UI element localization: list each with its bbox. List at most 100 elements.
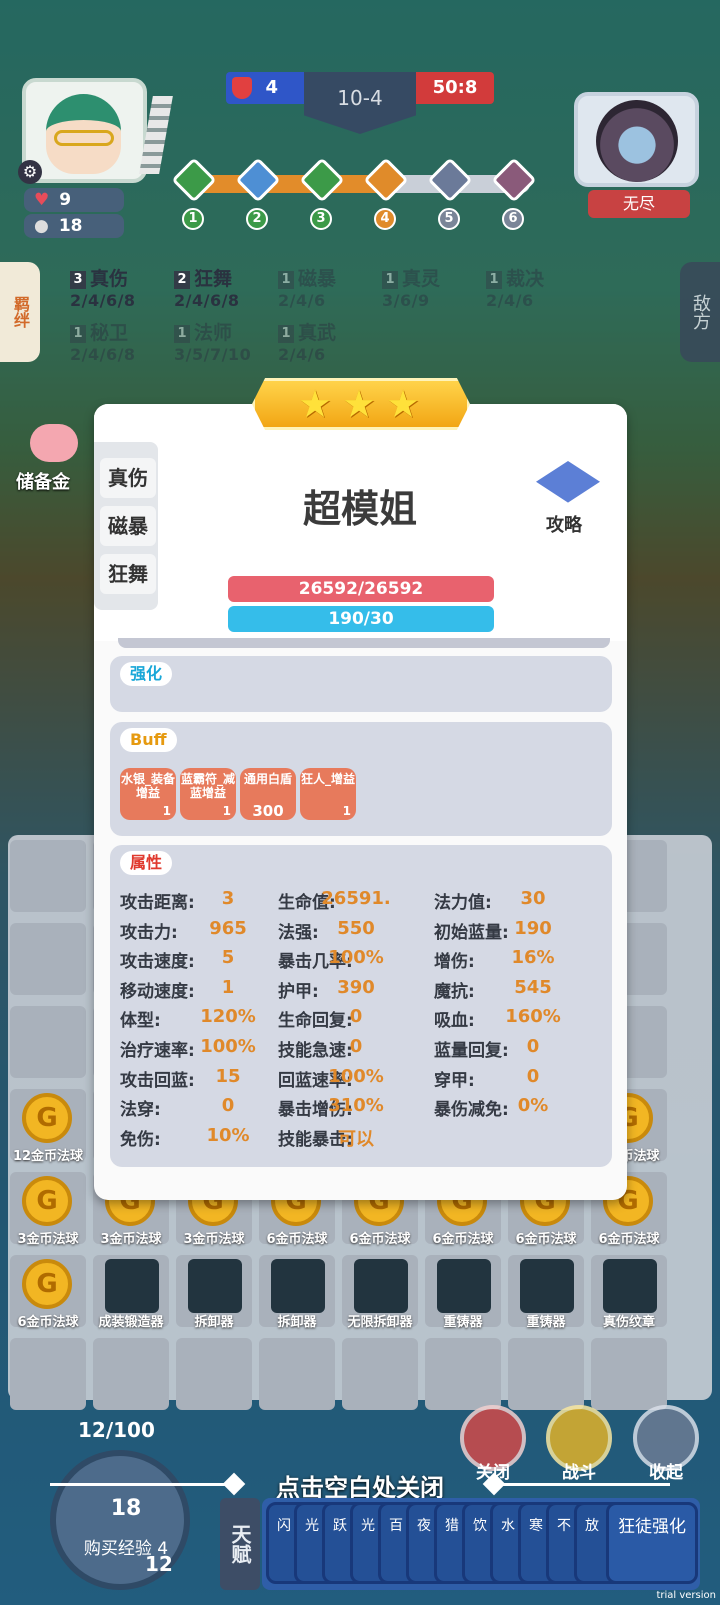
stage-number: 4 (374, 208, 396, 230)
attribute-name: 增伤: (434, 952, 475, 973)
stage-number: 2 (246, 208, 268, 230)
bench-slot[interactable] (508, 1338, 584, 1410)
attribute-name: 蓝量回复: (434, 1041, 509, 1061)
attribute-value: 545 (514, 976, 552, 998)
bench-item-label: 3金币法球 (183, 1232, 245, 1247)
bench-slot[interactable] (259, 1338, 335, 1410)
star-icon: ★ (386, 382, 421, 426)
attribute-title: 属性 (120, 851, 173, 875)
star-icon: ★ (298, 382, 333, 426)
enemy-portrait (596, 100, 678, 182)
buff-chip[interactable]: 蓝霸符_减蓝增益 1 (180, 768, 236, 820)
bench-slot[interactable] (591, 1338, 667, 1410)
attribute-name: 护甲: (278, 981, 319, 1002)
attribute-value: 可以 (338, 1128, 374, 1150)
talent-tab[interactable]: 天赋 (220, 1498, 260, 1590)
attribute-value: 550 (337, 917, 375, 939)
attribute-value: 100% (200, 1036, 256, 1057)
hp-bar: 26592/26592 (228, 576, 494, 602)
score-left-value: 4 (265, 77, 278, 98)
synergy-item[interactable]: 1 秘卫 2/4/6/8 (70, 322, 136, 366)
attribute-name: 法穿: (120, 1100, 161, 1121)
tool-item-icon (105, 1259, 159, 1313)
enemy-avatar[interactable] (574, 92, 699, 187)
tool-item-icon (354, 1259, 408, 1313)
savings-label: 储备金 (16, 472, 70, 493)
unit-name: 超模姐 (302, 487, 417, 531)
stage-number: 5 (438, 208, 460, 230)
synergy-item[interactable]: 1 磁暴 2/4/6 (278, 268, 336, 312)
score-right: 50:8 (416, 72, 494, 104)
bench-slot[interactable] (10, 840, 86, 912)
enhance-title: 强化 (120, 662, 173, 686)
trait-tag[interactable]: 狂舞 (100, 554, 156, 594)
bench-item-label: 成装锻造器 (98, 1315, 164, 1330)
attribute-name: 治疗速率: (120, 1041, 195, 1061)
attribute-name: 法力值: (434, 893, 492, 913)
attribute-name: 移动速度: (120, 981, 195, 1002)
bench-slot[interactable] (342, 1338, 418, 1410)
attribute-value: 310% (328, 1095, 384, 1117)
attribute-value: 100% (328, 1065, 384, 1087)
trial-watermark: trial version (656, 1590, 716, 1601)
player-coins-value: 18 (58, 216, 83, 236)
synergy-item[interactable]: 1 真武 2/4/6 (278, 322, 336, 366)
attribute-value: 0 (349, 1006, 363, 1028)
bench-item-label: 拆卸器 (277, 1315, 317, 1330)
guide-button-label[interactable]: 攻略 (546, 511, 582, 537)
buy-xp-label: 购买经验 4 (83, 1539, 169, 1559)
attribute-value: 1 (221, 976, 235, 998)
attribute-name: 攻击距离: (120, 893, 195, 913)
attribute-value: 10% (206, 1124, 250, 1146)
bench-slot[interactable] (176, 1338, 252, 1410)
gold-orb-icon: G (22, 1259, 72, 1309)
player-hp-value: 9 (59, 190, 72, 210)
gold-orb-icon: G (22, 1093, 72, 1143)
shield-icon (232, 77, 252, 99)
buff-chip[interactable]: 水银_装备增益 1 (120, 768, 176, 820)
enemy-name: 无尽 (588, 190, 690, 218)
buff-chip[interactable]: 狂人_增益 1 (300, 768, 356, 820)
bench-item-label: 6金币法球 (598, 1232, 660, 1247)
bench-slot[interactable] (10, 1006, 86, 1078)
synergy-item[interactable]: 2 狂舞 2/4/6/8 (174, 268, 240, 312)
attribute-name: 攻击力: (120, 922, 178, 943)
bench-slot[interactable] (93, 1338, 169, 1410)
enemy-tab[interactable]: 敌方 (680, 262, 720, 362)
attribute-name: 免伤: (120, 1129, 161, 1150)
synergy-item[interactable]: 1 裁决 2/4/6 (486, 268, 544, 312)
attribute-value: 16% (511, 947, 555, 969)
trait-tag[interactable]: 真伤 (100, 458, 156, 498)
bench-item-label: 无限拆卸器 (347, 1315, 413, 1330)
settings-gear-icon[interactable]: ⚙ (18, 160, 42, 184)
attribute-value: 0 (526, 1065, 540, 1087)
synergy-item[interactable]: 3 真伤 2/4/6/8 (70, 268, 136, 312)
bench-slot[interactable] (425, 1338, 501, 1410)
tool-item-icon (603, 1259, 657, 1313)
scroll-edge (118, 638, 610, 648)
glasses-decoration (54, 130, 114, 146)
attribute-value: 160% (505, 1006, 561, 1028)
synergy-item[interactable]: 1 法师 3/5/7/10 (174, 322, 251, 366)
synergy-item[interactable]: 1 真灵 3/6/9 (382, 268, 440, 312)
talent-card-featured[interactable]: 狂徒强化 (606, 1502, 698, 1584)
attribute-value: 120% (200, 1006, 256, 1028)
attribute-value: 26591. (321, 888, 391, 909)
bench-slot[interactable] (10, 923, 86, 995)
attribute-name: 初始蓝量: (434, 922, 509, 943)
attribute-value: 190 (514, 917, 552, 939)
stage-number: 1 (182, 208, 204, 230)
bench-slot[interactable] (10, 1338, 86, 1410)
attribute-value: 3 (221, 888, 235, 909)
buff-chip[interactable]: 通用白盾 300 (240, 768, 296, 820)
score-left: 4 (226, 72, 304, 104)
synergy-tab[interactable]: 羁绊 (0, 262, 40, 362)
attribute-name: 攻击回蓝: (120, 1070, 195, 1091)
piggy-bank-icon[interactable] (30, 424, 78, 462)
stage-number: 6 (502, 208, 524, 230)
tool-item-icon (520, 1259, 574, 1313)
attribute-value: 0 (221, 1095, 235, 1117)
bench-item-label: 12金币法球 (12, 1149, 84, 1164)
trait-tag[interactable]: 磁暴 (100, 506, 156, 546)
player-level: 12 (145, 1552, 173, 1576)
